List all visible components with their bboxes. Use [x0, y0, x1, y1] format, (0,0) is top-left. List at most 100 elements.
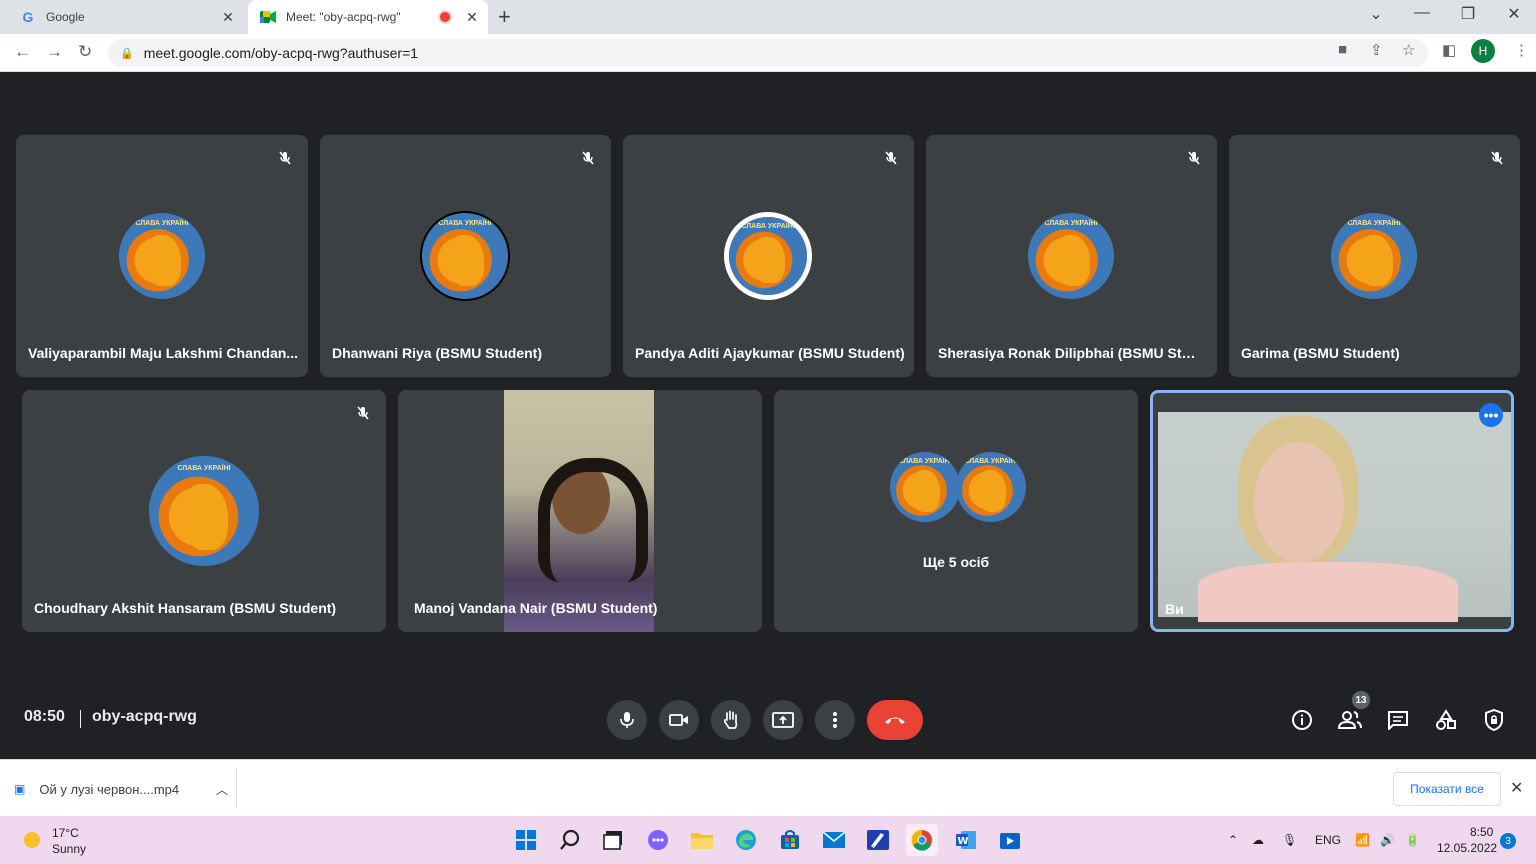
participant-name: Sherasiya Ronak Dilipbhai (BSMU Stud... [938, 345, 1204, 361]
self-video [1158, 412, 1511, 622]
weather-desc[interactable]: Sunny [52, 842, 86, 856]
edge-button[interactable] [730, 824, 762, 856]
mic-off-icon [880, 147, 902, 169]
participant-tile[interactable]: СЛАВА УКРАЇНІ Sherasiya Ronak Dilipbhai … [926, 135, 1217, 377]
teams-chat-button[interactable] [642, 824, 674, 856]
forward-button[interactable]: → [46, 42, 63, 62]
tab-meet[interactable]: Meet: "oby-acpq-rwg" ✕ [248, 0, 488, 34]
bookmark-star-icon[interactable]: ☆ [1402, 41, 1415, 59]
participant-tile[interactable]: СЛАВА УКРАЇНІ Choudhary Akshit Hansaram … [22, 390, 386, 632]
edge-icon [736, 830, 756, 850]
mic-off-icon [274, 147, 296, 169]
show-all-button[interactable]: Показати все [1393, 772, 1501, 806]
file-explorer-button[interactable] [686, 824, 718, 856]
tab-google[interactable]: G Google ✕ [8, 0, 244, 34]
meeting-code: oby-acpq-rwg [92, 708, 197, 725]
task-view-button[interactable] [598, 824, 630, 856]
chat-button[interactable] [1385, 707, 1411, 733]
chevron-up-icon[interactable]: ⌃ [1228, 833, 1238, 847]
meeting-details-button[interactable] [1289, 707, 1315, 733]
more-participants-label: Ще 5 осіб [922, 554, 990, 570]
avatar: СЛАВА УКРАЇНІ [1331, 213, 1417, 299]
reload-button[interactable]: ↻ [78, 42, 92, 62]
mic-off-icon [577, 147, 599, 169]
onedrive-icon[interactable]: ☁ [1252, 833, 1264, 847]
host-controls-button[interactable] [1481, 707, 1507, 733]
wifi-icon[interactable]: 📶 [1355, 833, 1370, 847]
tray-date[interactable]: 12.05.2022 [1437, 841, 1497, 855]
more-options-button[interactable]: ••• [1479, 403, 1503, 427]
mic-off-icon [1183, 147, 1205, 169]
back-button[interactable]: ← [14, 42, 31, 62]
close-icon[interactable]: ✕ [218, 9, 238, 26]
raise-hand-button[interactable] [711, 700, 751, 740]
start-button[interactable] [510, 824, 542, 856]
side-panel-icon[interactable]: ◧ [1442, 41, 1456, 59]
people-count-badge: 13 [1352, 691, 1370, 709]
volume-icon[interactable]: 🔊 [1380, 833, 1395, 847]
mail-button[interactable] [818, 824, 850, 856]
more-vert-icon [833, 712, 837, 728]
shield-lock-icon [1485, 709, 1503, 731]
whiteboard-button[interactable] [862, 824, 894, 856]
close-icon[interactable]: ✕ [1510, 778, 1523, 798]
word-icon: W [956, 831, 976, 849]
tray-time[interactable]: 8:50 [1470, 825, 1493, 839]
chrome-button[interactable] [906, 824, 938, 856]
info-icon [1292, 710, 1312, 730]
participant-name: Valiyaparambil Maju Lakshmi Chandan... [28, 345, 298, 361]
new-tab-button[interactable]: + [498, 4, 511, 30]
whiteboard-icon [867, 830, 889, 850]
participant-tile[interactable]: СЛАВА УКРАЇНІ Garima (BSMU Student) [1229, 135, 1520, 377]
people-button[interactable] [1337, 707, 1363, 733]
participant-tile[interactable]: СЛАВА УКРАЇНІ Pandya Aditi Ajaykumar (BS… [623, 135, 914, 377]
avatar: СЛАВА УКРАЇНІ [422, 213, 508, 299]
recording-icon [438, 10, 452, 24]
participant-tile[interactable]: СЛАВА УКРАЇНІ Dhanwani Riya (BSMU Studen… [320, 135, 611, 377]
participant-tile[interactable]: СЛАВА УКРАЇНІ Valiyaparambil Maju Lakshm… [16, 135, 308, 377]
maximize-button[interactable]: ❐ [1458, 4, 1478, 24]
task-view-icon [603, 831, 622, 850]
google-icon: G [22, 9, 34, 25]
close-icon[interactable]: ✕ [462, 9, 482, 26]
activities-icon [1436, 709, 1456, 730]
microphone-button[interactable] [607, 700, 647, 740]
minimize-button[interactable]: — [1412, 4, 1432, 22]
self-tile[interactable]: ••• Ви [1150, 390, 1514, 632]
mail-icon [822, 831, 846, 848]
url-input[interactable]: 🔒 meet.google.com/oby-acpq-rwg?authuser=… [108, 39, 1428, 67]
store-icon [781, 830, 799, 849]
chevron-up-icon[interactable]: ︿ [216, 781, 228, 798]
close-window-button[interactable]: ✕ [1504, 4, 1524, 24]
meeting-clock: 08:50 [24, 708, 65, 725]
lock-icon[interactable]: 🔒 [120, 47, 134, 60]
tab-search-icon[interactable]: ⌄ [1366, 4, 1386, 24]
camera-in-use-icon[interactable]: ■ [1338, 41, 1347, 58]
menu-kebab-icon[interactable]: ⋮ [1514, 41, 1529, 59]
participant-name: Garima (BSMU Student) [1241, 345, 1400, 361]
store-button[interactable] [774, 824, 806, 856]
participant-name: Pandya Aditi Ajaykumar (BSMU Student) [635, 345, 905, 361]
sun-icon[interactable] [24, 832, 40, 848]
search-button[interactable] [554, 824, 586, 856]
camera-button[interactable] [659, 700, 699, 740]
others-tile[interactable]: СЛАВА УКРАЇНІ СЛАВА УКРАЇНІ Ще 5 осіб [774, 390, 1138, 632]
activities-button[interactable] [1433, 707, 1459, 733]
battery-icon[interactable]: 🔋 [1405, 833, 1420, 847]
share-icon[interactable]: ⇪ [1370, 41, 1383, 59]
media-player-button[interactable] [994, 824, 1026, 856]
leave-call-button[interactable] [867, 700, 923, 740]
present-button[interactable] [763, 700, 803, 740]
tab-title: Google [46, 10, 85, 24]
participant-tile[interactable]: Manoj Vandana Nair (BSMU Student) [398, 390, 762, 632]
notification-badge[interactable]: 3 [1500, 833, 1516, 849]
download-item[interactable]: ▣ Ой у лузі червон....mp4 ︿ [14, 772, 236, 806]
meet-icon [260, 9, 276, 25]
chrome-icon [911, 829, 932, 851]
more-options-button[interactable] [815, 700, 855, 740]
language-indicator[interactable]: ENG [1315, 833, 1341, 847]
weather-temp[interactable]: 17°C [52, 826, 79, 840]
microphone-icon[interactable]: 🎙 [1282, 833, 1297, 847]
profile-avatar[interactable]: H [1471, 39, 1495, 63]
word-button[interactable]: W [950, 824, 982, 856]
